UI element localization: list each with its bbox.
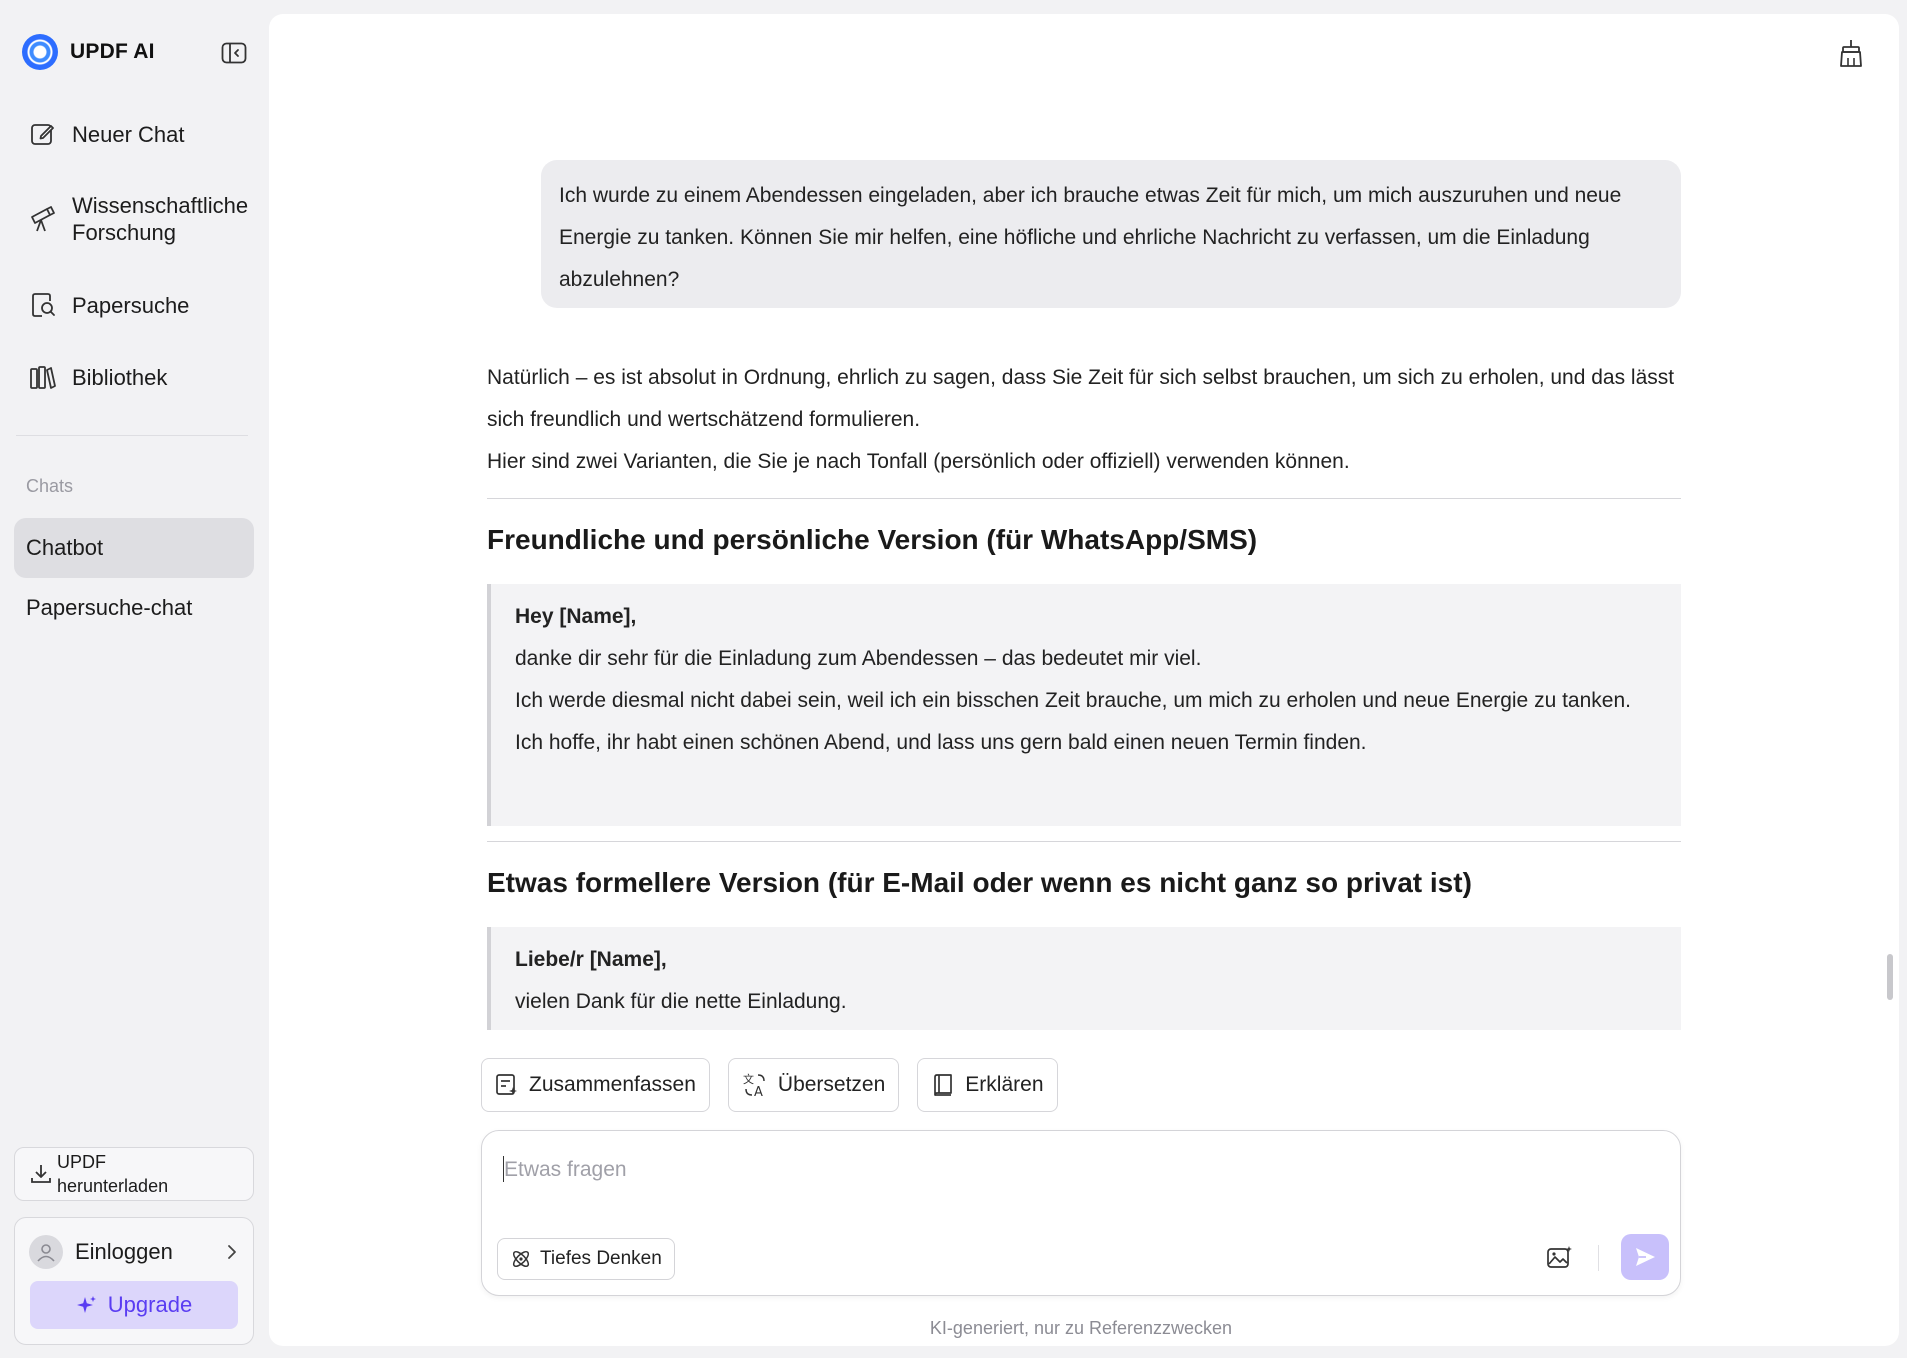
section-divider — [487, 841, 1681, 842]
quote-line: Ich werde diesmal nicht dabei sein, weil… — [515, 689, 1631, 712]
assistant-answer-intro: Natürlich – es ist absolut in Ordnung, e… — [487, 357, 1681, 483]
svg-text:A: A — [754, 1085, 763, 1098]
chip-label: Zusammenfassen — [529, 1073, 696, 1096]
deep-thinking-label: Tiefes Denken — [540, 1248, 662, 1269]
nav-library[interactable]: Bibliothek — [28, 362, 167, 392]
account-box: Einloggen Upgrade — [14, 1217, 254, 1345]
brand-name: UPDF AI — [70, 40, 155, 63]
quick-actions: Zusammenfassen 文A Übersetzen Erklären — [481, 1058, 1058, 1112]
paper-search-icon — [28, 290, 58, 320]
translate-icon: 文A — [743, 1072, 765, 1098]
telescope-icon — [28, 204, 58, 234]
nav-scientific-research[interactable]: Wissenschaftliche Forschung — [28, 192, 252, 246]
summarize-icon — [496, 1074, 517, 1095]
chat-item-label: Papersuche-chat — [26, 595, 193, 620]
sidebar-divider — [16, 435, 248, 436]
nav-label: Wissenschaftliche Forschung — [72, 193, 249, 245]
section-heading: Etwas formellere Version (für E-Mail ode… — [487, 867, 1472, 898]
sidebar-collapse-icon — [221, 42, 247, 64]
answer-paragraph: Hier sind zwei Varianten, die Sie je nac… — [487, 450, 1350, 473]
deep-thinking-toggle[interactable]: Tiefes Denken — [497, 1238, 675, 1280]
quote-line: vielen Dank für die nette Einladung. — [515, 990, 847, 1013]
user-icon — [37, 1244, 55, 1262]
quote-greeting: Hey [Name], — [515, 605, 637, 628]
user-message: Ich wurde zu einem Abendessen eingeladen… — [541, 160, 1681, 308]
send-icon — [1636, 1248, 1655, 1266]
login-button[interactable]: Einloggen — [29, 1232, 239, 1272]
login-label: Einloggen — [75, 1239, 173, 1264]
message-input[interactable] — [504, 1153, 1654, 1187]
atom-icon — [512, 1250, 530, 1268]
new-chat-icon — [28, 119, 58, 149]
chip-label: Erklären — [965, 1073, 1044, 1096]
nav-label: Papersuche — [72, 292, 190, 318]
chats-heading: Chats — [26, 476, 74, 496]
chip-label: Übersetzen — [777, 1073, 886, 1096]
send-button[interactable] — [1621, 1234, 1669, 1280]
composer-separator — [1598, 1245, 1599, 1271]
upgrade-label: Upgrade — [107, 1292, 193, 1317]
chat-main-panel: Ich wurde zu einem Abendessen eingeladen… — [269, 14, 1899, 1346]
updf-logo-icon — [22, 34, 58, 70]
image-add-icon — [1547, 1246, 1572, 1268]
download-updf-button[interactable]: UPDF herunterladen — [14, 1147, 254, 1201]
section-heading: Freundliche und persönliche Version (für… — [487, 524, 1258, 555]
chat-item-chatbot[interactable]: Chatbot — [14, 518, 254, 578]
image-upload-button[interactable] — [1542, 1239, 1578, 1275]
answer-paragraph: Natürlich – es ist absolut in Ordnung, e… — [487, 366, 1675, 431]
section-divider — [487, 498, 1681, 499]
svg-text:文: 文 — [743, 1072, 754, 1086]
blockquote-message: Hey [Name], danke dir sehr für die Einla… — [487, 584, 1681, 826]
avatar — [29, 1235, 63, 1269]
message-composer: Tiefes Denken — [481, 1130, 1681, 1296]
nav-new-chat[interactable]: Neuer Chat — [28, 119, 185, 149]
nav-label: Neuer Chat — [72, 121, 185, 147]
nav-paper-search[interactable]: Papersuche — [28, 290, 189, 320]
chevron-right-icon — [228, 1245, 236, 1259]
translate-button[interactable]: 文A Übersetzen — [727, 1058, 900, 1112]
upgrade-button[interactable]: Upgrade — [30, 1281, 238, 1329]
sidebar: UPDF AI Neuer Chat Wissenschaftliche For… — [0, 0, 268, 1358]
chat-item-papersuche-chat[interactable]: Papersuche-chat — [14, 578, 254, 638]
chat-item-label: Chatbot — [26, 535, 104, 560]
text-caret — [503, 1156, 504, 1182]
collapse-sidebar-button[interactable] — [220, 40, 248, 66]
brand[interactable]: UPDF AI — [22, 33, 155, 71]
explain-button[interactable]: Erklären — [917, 1058, 1058, 1112]
quote-greeting: Liebe/r [Name], — [515, 948, 667, 971]
conversation-scroll[interactable]: Ich wurde zu einem Abendessen eingeladen… — [269, 14, 1899, 1030]
quote-line: danke dir sehr für die Einladung zum Abe… — [515, 647, 1202, 670]
library-icon — [28, 362, 58, 392]
book-icon — [934, 1074, 953, 1096]
quote-line: Ich hoffe, ihr habt einen schönen Abend,… — [515, 731, 1367, 754]
nav-label: Bibliothek — [72, 364, 168, 390]
blockquote-message: Liebe/r [Name], vielen Dank für die nett… — [487, 927, 1681, 1030]
ai-disclaimer: KI-generiert, nur zu Referenzzwecken — [929, 1318, 1233, 1338]
summarize-button[interactable]: Zusammenfassen — [481, 1058, 710, 1112]
sparkle-icon — [76, 1296, 96, 1313]
scrollbar-thumb[interactable] — [1887, 954, 1893, 1000]
download-icon — [31, 1165, 51, 1183]
download-label: UPDF herunterladen — [57, 1152, 169, 1196]
